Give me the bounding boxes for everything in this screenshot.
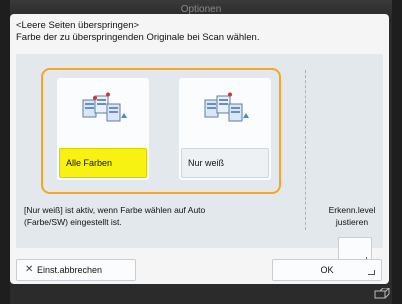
enter-icon [368,270,375,275]
heading-instruction: Farbe der zu überspringenden Originale b… [16,32,260,43]
info-note: [Nur weiß] ist aktiv, wenn Farbe wählen … [24,204,294,228]
ok-button[interactable]: OK [272,259,382,281]
option-white-only-label: Nur weiß [181,148,269,178]
panel-divider [305,70,306,230]
options-panel: Alle Farben Nur weiß [Nur weiß] ist akti… [16,54,383,267]
cancel-settings-button[interactable]: ✕ Einst.abbrechen [16,259,136,281]
option-all-colors-button[interactable]: Alle Farben [57,78,149,180]
detection-level-label-line1: Erkenn.level [328,205,376,215]
ok-label: OK [320,265,334,275]
info-note-line2: (Farbe/SW) eingestellt ist. [24,217,122,227]
color-documents-icon [82,92,127,122]
detection-level-label: Erkenn.level justieren [322,204,382,228]
option-group: Alle Farben Nur weiß [41,68,281,194]
cancel-settings-label: Einst.abbrechen [37,265,103,275]
option-white-only-button[interactable]: Nur weiß [179,78,271,180]
heading-title: <Leere Seiten überspringen> [16,20,140,31]
info-note-line1: [Nur weiß] ist aktiv, wenn Farbe wählen … [24,205,206,215]
device-status-icon[interactable] [374,288,390,300]
option-all-colors-label: Alle Farben [59,148,147,178]
close-icon: ✕ [25,264,34,275]
detection-level-label-line2: justieren [335,217,369,227]
dialog-heading: <Leere Seiten überspringen> Farbe der zu… [16,20,259,44]
skip-blank-pages-dialog: <Leere Seiten überspringen> Farbe der zu… [10,14,389,284]
white-documents-icon [204,92,249,122]
